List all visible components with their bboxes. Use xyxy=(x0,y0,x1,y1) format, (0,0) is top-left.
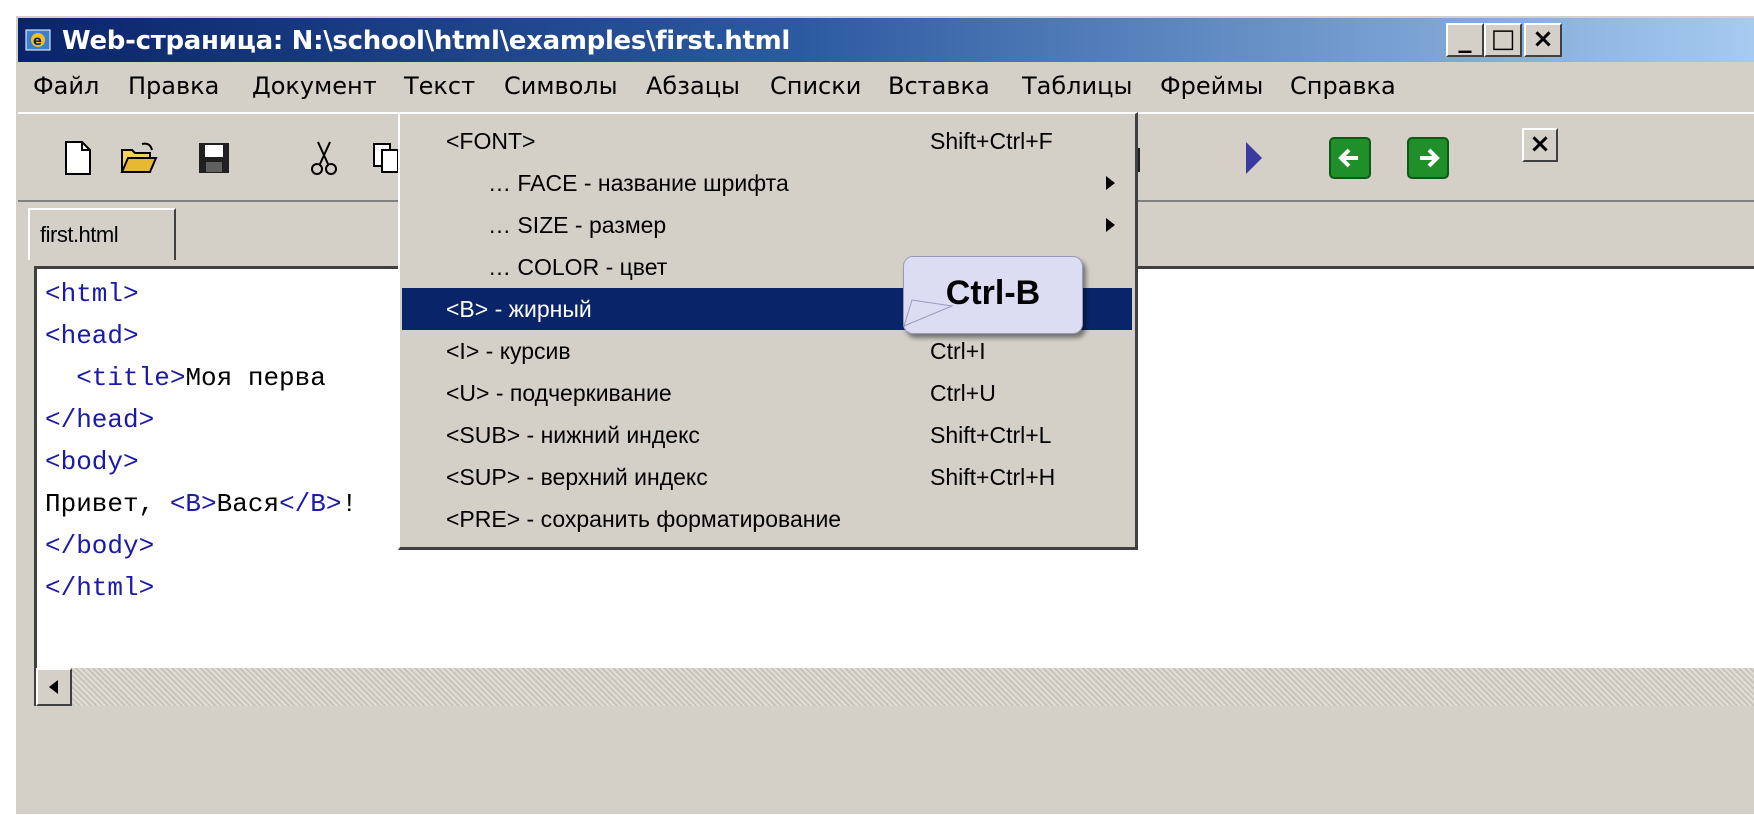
code-text: Вася xyxy=(216,489,280,519)
callout-pointer xyxy=(903,299,954,327)
code-line: <title>Моя перва xyxy=(45,363,326,393)
forward-arrow-icon[interactable] xyxy=(1406,136,1450,180)
toolbar-close-button[interactable]: × xyxy=(1522,128,1558,162)
menu-item-shortcut: Ctrl+I xyxy=(930,338,986,364)
code-line: </html> xyxy=(45,573,154,603)
menu-document[interactable]: Документ xyxy=(252,72,377,100)
code-text: Привет, xyxy=(45,489,170,519)
code-text: Моя перва xyxy=(185,363,326,393)
menu-edit[interactable]: Правка xyxy=(128,72,219,100)
code-tag: <html> xyxy=(45,279,139,309)
code-line: </head> xyxy=(45,405,154,435)
cut-icon[interactable] xyxy=(304,138,344,178)
code-tag: </B> xyxy=(279,489,342,519)
submenu-arrow-icon xyxy=(1106,218,1115,232)
menu-item-shortcut: Ctrl+U xyxy=(930,380,996,406)
code-tag: </html> xyxy=(45,573,155,603)
menu-item[interactable]: <SUP> - верхний индекс Shift+Ctrl+H xyxy=(402,456,1132,498)
menu-item-label: … FACE - название шрифта xyxy=(488,170,789,196)
tab-label: first.html xyxy=(40,222,119,247)
back-arrow-icon[interactable] xyxy=(1328,136,1372,180)
scroll-left-button[interactable] xyxy=(36,668,72,706)
arrow-left-icon xyxy=(49,680,58,694)
tab-first-html[interactable]: first.html xyxy=(28,208,176,260)
menu-item-label: <U> - подчеркивание xyxy=(446,380,672,406)
save-icon[interactable] xyxy=(194,138,234,178)
menu-bar: Файл Правка Документ Текст Символы Абзац… xyxy=(18,66,1754,112)
menu-item-label: <FONT> xyxy=(446,128,536,154)
menu-item[interactable]: <SUB> - нижний индекс Shift+Ctrl+L xyxy=(402,414,1132,456)
menu-text[interactable]: Текст xyxy=(404,72,475,100)
open-folder-icon[interactable] xyxy=(118,138,158,178)
menu-item[interactable]: <U> - подчеркивание Ctrl+U xyxy=(402,372,1132,414)
title-bar[interactable]: e Web-страница: N:\school\html\examples\… xyxy=(18,18,1754,62)
code-tag: </body> xyxy=(45,531,155,561)
menu-item-shortcut: Shift+Ctrl+H xyxy=(930,464,1056,490)
horizontal-scrollbar[interactable] xyxy=(36,668,1754,706)
menu-insert[interactable]: Вставка xyxy=(888,72,990,100)
code-line: Привет, <B>Вася</B>! xyxy=(45,489,357,519)
menu-item-label: <PRE> - сохранить форматирование xyxy=(446,506,842,532)
browser-icon: e xyxy=(25,29,51,51)
menu-symbols[interactable]: Символы xyxy=(504,72,618,100)
close-icon: × xyxy=(1529,129,1551,159)
code-tag: <title> xyxy=(45,363,186,393)
code-line: </body> xyxy=(45,531,154,561)
code-text: ! xyxy=(341,489,358,519)
menu-item-shortcut: Shift+Ctrl+L xyxy=(930,422,1052,448)
menu-item-label: … SIZE - размер xyxy=(488,212,667,238)
menu-item[interactable]: … FACE - название шрифта xyxy=(402,162,1132,204)
submenu-arrow-icon xyxy=(1106,176,1115,190)
code-line: <html> xyxy=(45,279,139,309)
menu-item-label: <I> - курсив xyxy=(446,338,571,364)
minimize-button[interactable]: _ xyxy=(1446,23,1484,57)
menu-item-label: … COLOR - цвет xyxy=(488,254,668,280)
menu-item-label: <B> - жирный xyxy=(446,296,592,322)
menu-file[interactable]: Файл xyxy=(33,72,99,100)
menu-item[interactable]: … SIZE - размер xyxy=(402,204,1132,246)
code-tag: </head> xyxy=(45,405,155,435)
code-line: <body> xyxy=(45,447,139,477)
menu-paragraphs[interactable]: Абзацы xyxy=(646,72,740,100)
code-tag: <head> xyxy=(45,321,139,351)
menu-item-shortcut: Shift+Ctrl+F xyxy=(930,128,1053,154)
code-tag: <B> xyxy=(169,489,217,519)
svg-text:e: e xyxy=(33,34,42,49)
menu-tables[interactable]: Таблицы xyxy=(1022,72,1132,100)
code-tag: <body> xyxy=(45,447,139,477)
maximize-button[interactable]: □ xyxy=(1484,23,1522,57)
menu-item[interactable]: <I> - курсив Ctrl+I xyxy=(402,330,1132,372)
close-window-button[interactable]: × xyxy=(1524,23,1562,57)
minimize-icon: _ xyxy=(1458,24,1472,54)
close-icon: × xyxy=(1532,24,1554,54)
maximize-icon: □ xyxy=(1490,24,1516,54)
menu-item[interactable]: <FONT> Shift+Ctrl+F xyxy=(402,120,1132,162)
menu-help[interactable]: Справка xyxy=(1290,72,1396,100)
menu-frames[interactable]: Фреймы xyxy=(1160,72,1263,100)
menu-item-label: <SUB> - нижний индекс xyxy=(446,422,700,448)
code-line: <head> xyxy=(45,321,139,351)
window-title: Web-страница: N:\school\html\examples\fi… xyxy=(62,26,791,56)
menu-item-label: <SUP> - верхний индекс xyxy=(446,464,708,490)
new-file-icon[interactable] xyxy=(58,138,98,178)
menu-lists[interactable]: Списки xyxy=(770,72,861,100)
play-icon[interactable] xyxy=(1234,138,1274,178)
menu-item[interactable]: <PRE> - сохранить форматирование xyxy=(402,498,1132,540)
